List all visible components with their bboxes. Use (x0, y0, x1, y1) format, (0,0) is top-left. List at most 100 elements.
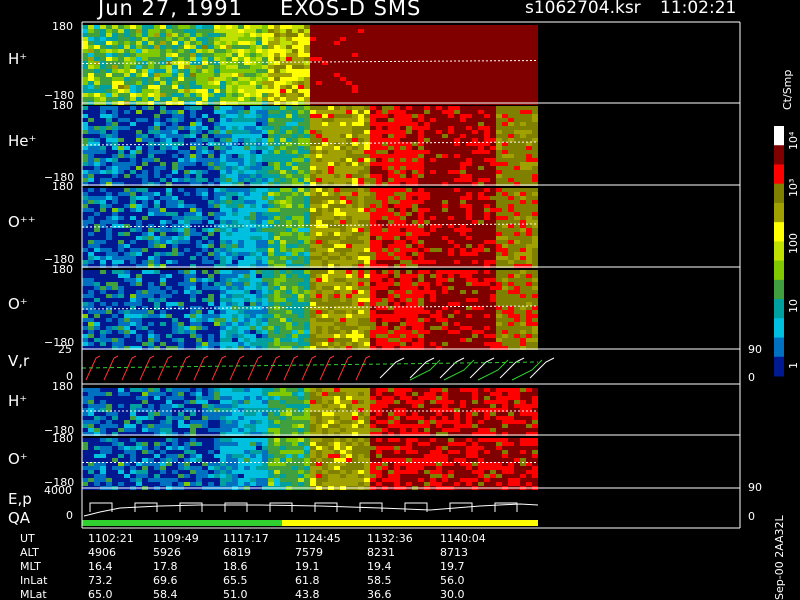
spectrogram-cell (532, 97, 538, 101)
spectrogram-cell (118, 138, 124, 142)
spectrogram-cell (190, 138, 196, 142)
spectrogram-cell (340, 240, 346, 244)
spectrogram-cell (358, 37, 364, 41)
spectrogram-cell (112, 314, 118, 318)
spectrogram-cell (484, 45, 490, 49)
spectrogram-cell (136, 232, 142, 236)
spectrogram-cell (424, 240, 430, 244)
spectrogram-cell (316, 81, 322, 85)
spectrogram-cell (442, 220, 448, 224)
spectrogram-cell (274, 260, 280, 264)
spectrogram-cell (130, 322, 136, 326)
spectrogram-cell (88, 278, 94, 282)
spectrogram-cell (250, 216, 256, 220)
spectrogram-cell (178, 166, 184, 170)
spectrogram-cell (100, 33, 106, 37)
spectrogram-cell (322, 232, 328, 236)
spectrogram-cell (526, 240, 532, 244)
spectrogram-cell (274, 118, 280, 122)
spectrogram-cell (88, 248, 94, 252)
spectrogram-cell (406, 260, 412, 264)
spectrogram-cell (394, 29, 400, 33)
spectrogram-cell (250, 37, 256, 41)
spectrogram-cell (196, 174, 202, 178)
spectrogram-cell (532, 69, 538, 73)
spectrogram-cell (196, 166, 202, 170)
spectrogram-cell (208, 200, 214, 204)
spectrogram-cell (106, 122, 112, 126)
spectrogram-cell (526, 97, 532, 101)
spectrogram-cell (274, 208, 280, 212)
spectrogram-cell (244, 248, 250, 252)
spectrogram-cell (208, 45, 214, 49)
spectrogram-cell (106, 302, 112, 306)
spectrogram-cell (112, 25, 118, 29)
spectrogram-cell (220, 57, 226, 61)
spectrogram-cell (274, 196, 280, 200)
spectrogram-cell (508, 200, 514, 204)
spectrogram-cell (82, 208, 88, 212)
spectrogram-cell (436, 192, 442, 196)
spectrogram-cell (94, 33, 100, 37)
spectrogram-cell (94, 89, 100, 93)
spectrogram-cell (520, 126, 526, 130)
spectrogram-cell (268, 53, 274, 57)
spectrogram-cell (106, 228, 112, 232)
spectrogram-cell (304, 77, 310, 81)
spectrogram-cell (298, 57, 304, 61)
spectrogram-cell (274, 45, 280, 49)
spectrogram-cell (220, 154, 226, 158)
spectrogram-cell (190, 33, 196, 37)
spectrogram-cell (124, 220, 130, 224)
spectrogram-cell (412, 162, 418, 166)
spectrogram-cell (310, 248, 316, 252)
spectrogram-cell (340, 216, 346, 220)
spectrogram-cell (394, 97, 400, 101)
spectrogram-cell (472, 220, 478, 224)
spectrogram-cell (328, 53, 334, 57)
spectrogram-cell (526, 192, 532, 196)
spectrogram-cell (100, 252, 106, 256)
spectrogram-cell (166, 158, 172, 162)
spectrogram-cell (514, 146, 520, 150)
spectrogram-cell (244, 174, 250, 178)
spectrogram-cell (526, 212, 532, 216)
spectrogram-cell (94, 106, 100, 110)
spectrogram-cell (238, 110, 244, 114)
spectrogram-cell (406, 73, 412, 77)
spectrogram-cell (172, 240, 178, 244)
spectrogram-cell (418, 69, 424, 73)
spectrogram-cell (418, 25, 424, 29)
spectrogram-cell (496, 97, 502, 101)
spectrogram-cell (436, 25, 442, 29)
spectrogram-cell (532, 178, 538, 182)
spectrogram-cell (82, 212, 88, 216)
spectrogram-cell (226, 178, 232, 182)
spectrogram-cell (268, 146, 274, 150)
spectrogram-cell (346, 244, 352, 248)
spectrogram-cell (214, 170, 220, 174)
spectrogram-cell (280, 248, 286, 252)
spectrogram-cell (370, 200, 376, 204)
spectrogram-cell (148, 106, 154, 110)
spectrogram-cell (424, 126, 430, 130)
spectrogram-cell (256, 244, 262, 248)
spectrogram-cell (436, 53, 442, 57)
spectrogram-cell (400, 97, 406, 101)
spectrogram-cell (454, 73, 460, 77)
spectrogram-cell (454, 25, 460, 29)
spectrogram-cell (394, 106, 400, 110)
spectrogram-cell (136, 196, 142, 200)
spectrogram-cell (124, 33, 130, 37)
spectrogram-cell (520, 61, 526, 65)
spectrogram-cell (442, 192, 448, 196)
spectrogram-cell (124, 260, 130, 264)
spectrogram-cell (148, 170, 154, 174)
spectrogram-cell (148, 314, 154, 318)
spectrogram-cell (466, 106, 472, 110)
spectrogram-cell (280, 150, 286, 154)
spectrogram-cell (124, 49, 130, 53)
spectrogram-cell (316, 204, 322, 208)
spectrogram-cell (244, 178, 250, 182)
spectrogram-cell (388, 118, 394, 122)
